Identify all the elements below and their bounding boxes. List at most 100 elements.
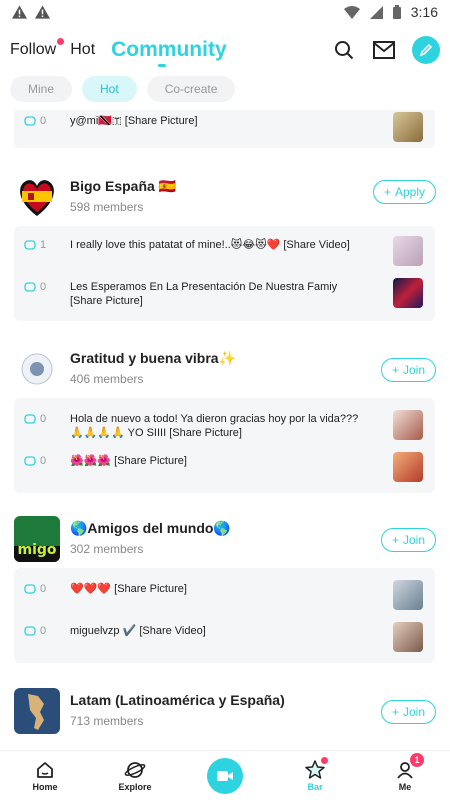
tab-hot[interactable]: Hot [70,41,95,59]
comment-count: 0 [40,413,47,425]
group-members: 406 members [70,372,144,386]
post-thumbnail [393,580,423,610]
community-list[interactable]: 0 y@mi🇹🇹🇹 [Share Picture] Bigo España 🇪🇸… [0,110,450,750]
post-text: ❤️❤️❤️ [Share Picture] [70,583,187,595]
nav-bar-label: Bar [307,781,323,792]
comment-icon [24,626,36,636]
notification-dot [321,757,328,764]
live-camera-icon [207,757,243,794]
group-avatar [14,688,60,734]
post-thumbnail [393,410,423,440]
group-name: Bigo España 🇪🇸 [70,178,177,194]
subtab-hot[interactable]: Hot [82,76,137,102]
top-nav: Follow Hot Community [0,30,450,70]
plus-icon: + [383,185,391,199]
group-avatar: migo [14,516,60,562]
post-item[interactable]: 0 🌺🌺🌺 [Share Picture] [14,446,435,488]
group-card[interactable]: Bigo España 🇪🇸 598 members + Apply 1 I re… [0,174,450,321]
join-button[interactable]: + Join [380,700,436,724]
nav-live[interactable] [180,751,270,800]
group-card[interactable]: Gratitud y buena vibra✨ 406 members + Joi… [0,346,450,493]
post-item[interactable]: 0 y@mi🇹🇹🇹 [Share Picture] [14,110,435,148]
group-name: Gratitud y buena vibra✨ [70,350,237,366]
nav-home-label: Home [32,781,58,792]
comment-icon [24,240,36,250]
join-button-label: Join [402,533,425,547]
post-text: I really love this patatat of mine!..😻😂😻… [70,239,350,251]
post-item[interactable]: 0 ❤️❤️❤️ [Share Picture] [14,574,435,616]
battery-icon [392,5,401,19]
subtab-mine[interactable]: Mine [10,76,73,102]
post-thumbnail [393,236,423,266]
group-posts: 0 Hola de nuevo a todo! Ya dieron gracia… [14,398,435,493]
group-posts: 1 I really love this patatat of mine!..😻… [14,226,435,321]
comment-count: 0 [40,625,47,637]
group-members: 713 members [70,714,144,728]
tab-community[interactable]: Community [111,38,227,62]
nav-bar[interactable]: Bar [270,751,360,800]
sub-tabs: Mine Hot Co-create [10,76,236,102]
tab-follow[interactable]: Follow [10,38,65,59]
notification-dot [57,38,65,45]
notification-badge: 1 [410,753,424,767]
group-name: Latam (Latinoamérica y España) [70,692,285,708]
tab-follow-label: Follow [10,41,57,58]
comment-count: 1 [40,239,47,251]
post-thumbnail [393,278,423,308]
post-thumbnail [393,452,423,482]
nav-explore[interactable]: Explore [90,751,180,800]
post-item[interactable]: 0 Les Esperamos En La Presentación De Nu… [14,272,435,314]
comment-icon [24,414,36,424]
search-icon[interactable] [332,38,356,62]
group-posts: 0 ❤️❤️❤️ [Share Picture] 0 miguelvzp ✔️ … [14,568,435,663]
comment-icon [24,584,36,594]
active-tab-indicator [158,64,166,67]
subtab-co-create[interactable]: Co-create [146,76,236,102]
bottom-nav: Home Explore Bar 1 Me [0,750,450,800]
plus-icon: + [391,363,399,377]
nav-explore-label: Explore [118,781,152,792]
svg-text:migo: migo [17,542,56,558]
join-button[interactable]: + Join [380,528,436,552]
warning-icon [35,5,50,19]
status-bar: 3:16 [0,0,450,24]
group-card[interactable]: migo 🌎Amigos del mundo🌎 302 members + Joi… [0,516,450,663]
post-text: miguelvzp ✔️ [Share Video] [70,625,206,637]
comment-icon [24,282,36,292]
status-time: 3:16 [410,4,438,20]
warning-icon [12,5,27,19]
home-icon [37,761,53,778]
comment-count: 0 [40,115,47,127]
group-members: 302 members [70,542,144,556]
comment-icon [24,116,36,126]
post-text: Les Esperamos En La Presentación De Nues… [70,281,338,307]
group-avatar [14,174,60,220]
comment-icon [24,456,36,466]
nav-me[interactable]: 1 Me [360,751,450,800]
plus-icon: + [391,533,399,547]
group-members: 598 members [70,200,144,214]
post-thumbnail [393,622,423,652]
edit-icon[interactable] [412,36,440,64]
apply-button-label: Apply [394,185,425,199]
post-text: Hola de nuevo a todo! Ya dieron gracias … [70,413,359,439]
nav-me-label: Me [398,781,412,792]
group-card[interactable]: Latam (Latinoamérica y España) 713 membe… [0,688,450,748]
post-text: y@mi🇹🇹🇹 [Share Picture] [70,115,198,127]
post-item[interactable]: 0 miguelvzp ✔️ [Share Video] [14,616,435,658]
mail-icon[interactable] [372,38,396,62]
apply-button[interactable]: + Apply [372,180,436,204]
nav-home[interactable]: Home [0,751,90,800]
join-button-label: Join [402,705,425,719]
wifi-icon [343,5,360,19]
comment-count: 0 [40,281,47,293]
post-text: 🌺🌺🌺 [Share Picture] [70,455,187,467]
join-button[interactable]: + Join [380,358,436,382]
signal-icon [369,5,383,19]
planet-icon [124,761,146,778]
post-item[interactable]: 0 Hola de nuevo a todo! Ya dieron gracia… [14,404,435,446]
group-name: 🌎Amigos del mundo🌎 [70,520,231,536]
post-item[interactable]: 1 I really love this patatat of mine!..😻… [14,230,435,272]
join-button-label: Join [402,363,425,377]
plus-icon: + [391,705,399,719]
